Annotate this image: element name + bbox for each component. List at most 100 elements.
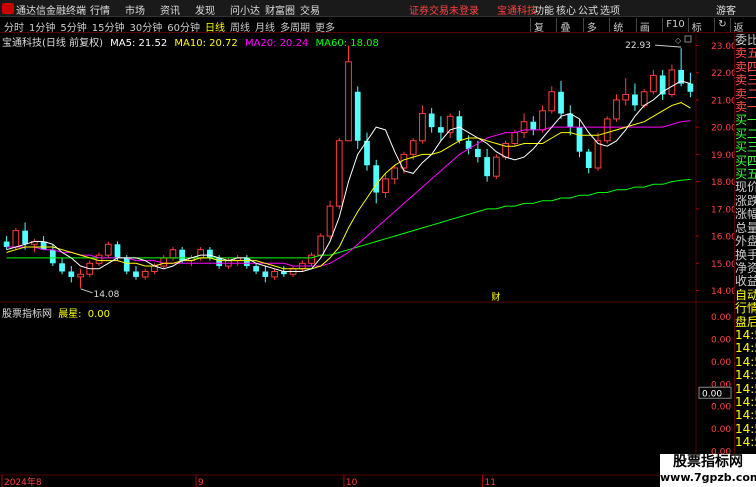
low-label: 14.08 [94,290,120,300]
side-panel-item: 换手 [735,248,756,262]
candle [603,116,611,144]
candle-body-up [603,118,611,142]
side-panel-item: 卖三 [735,74,756,88]
finance-marker[interactable]: 财 [491,291,500,303]
app-title: 通达信金融终端 [16,6,86,17]
side-panel-item: 14:5 [735,328,756,342]
price-tick-label: 16.00 [711,233,734,243]
menu-item-trade[interactable]: 交易 [300,2,335,17]
side-panel-item: 14:5 [735,422,756,436]
candle-body-down [133,271,139,277]
candle [354,86,361,149]
menu-item-formula[interactable]: 公式 [578,2,600,17]
f10-button[interactable]: F10 [662,18,687,32]
side-panel-item: 14:5 [735,395,756,409]
candle-body-down [179,249,186,261]
side-panel-item: 14:5 [735,409,756,423]
price-tick-label: 22.00 [711,69,734,79]
watermark: 股票指标网 www.7gpzb.com [660,454,756,487]
candle-body-up [308,254,315,264]
sub-tick-label: 0.00 [711,403,731,413]
tab-15min[interactable]: 15分钟 [92,19,125,34]
restore-rights-button[interactable]: 复权 [530,18,556,49]
tab-daily[interactable]: 日线 [205,19,225,34]
menu-item-function[interactable]: 功能 [534,2,556,17]
menu-item-market[interactable]: 市场 [125,2,160,17]
candle-body-up [169,249,177,259]
menu-item-discover[interactable]: 发现 [195,2,230,17]
menu-item-news[interactable]: 资讯 [160,2,195,17]
side-panel-item: 买四 [735,154,756,168]
menu-item-core[interactable]: 核心 [556,2,578,17]
candle-body-down [558,91,564,114]
price-tick-label: 23.00 [711,42,734,52]
guest-user[interactable]: 游客 [716,2,736,17]
tab-monthly[interactable]: 月线 [255,19,275,34]
chart-expand-icon[interactable]: ◇ [675,36,682,45]
app-logo-icon [2,3,14,14]
candle [335,138,343,209]
price-tick-label: 19.00 [711,151,734,161]
ma60-value: MA60: 18.08 [315,38,379,49]
sub-indicator-legend: 股票指标网 晨星: 0.00 [2,305,110,320]
statistics-button[interactable]: 统计 [609,18,635,49]
menu-item-ask[interactable]: 问小达 [230,2,265,17]
candle-body-down [530,121,537,130]
sub-tick-label: 0.00 [711,358,731,368]
refresh-icon[interactable]: ↻ [714,18,729,32]
sub-indicator-source: 股票指标网 [2,309,52,320]
side-panel-item: 14:5 [735,436,756,450]
candle [492,154,500,179]
tab-1min[interactable]: 1分钟 [29,19,55,34]
overlay-button[interactable]: 叠加 [556,18,582,49]
side-panel-item: 涨跌 [735,194,756,208]
side-panel-item: 卖四 [735,60,756,74]
candle-body-up [326,205,334,237]
candle-body-down [262,271,269,277]
tab-60min[interactable]: 60分钟 [167,19,200,34]
candle-body-down [687,83,694,92]
tab-intraday[interactable]: 分时 [4,19,24,34]
side-panel-item: 委比 [735,34,756,47]
candle-body-down [438,127,444,133]
menu-item-wealth[interactable]: 财富圈 [265,2,300,17]
candle-body-up [622,93,630,101]
date-label: 10 [346,478,358,487]
date-label: 9 [198,478,204,487]
candle [104,241,112,258]
side-panel-item: 总量 [735,221,756,235]
candle-body-up [141,270,149,278]
multi-stock-button[interactable]: 多股 [582,18,609,49]
candle-body-down [40,241,47,250]
date-label: 11 [484,478,495,487]
menu-item-quotes[interactable]: 行情 [90,2,125,17]
candle-body-down [585,151,592,168]
back-button[interactable]: 返回 [729,18,756,49]
candle-body-down [428,113,435,128]
candle [326,200,334,239]
side-panel-item: 买五 [735,168,756,182]
candle-body-up [12,230,20,248]
tab-5min[interactable]: 5分钟 [60,19,86,34]
candle-body-down [207,249,213,258]
tab-weekly[interactable]: 周线 [230,19,250,34]
login-alert[interactable]: 证券交易未登录 [409,2,479,17]
menu-item-options[interactable]: 选项 [600,2,622,17]
side-panel-item: 现价 [735,181,756,195]
candle-body-up [197,249,205,259]
tab-multi-period[interactable]: 多周期 [280,19,310,34]
mark-button[interactable]: 标记 [687,18,714,49]
tab-30min[interactable]: 30分钟 [129,19,162,34]
kline-chart[interactable]: 23.00 22.00 21.00 20.00 19.00 18.00 17.00 16.00… [0,34,734,487]
side-panel-item: 买三 [735,141,756,155]
candle-body-down [632,94,638,106]
sub-indicator-value: 0.00 [87,309,111,320]
watermark-title: 股票指标网 [673,454,743,470]
side-panel-item: 14:5 [735,342,756,356]
draw-line-button[interactable]: 画线 [635,18,662,49]
candle-body-down [567,113,574,128]
side-panel-item: 外盘 [735,235,756,249]
tab-more[interactable]: 更多 [315,19,335,34]
price-tick-label: 15.00 [711,260,734,270]
side-panel-item: 行情 [735,302,756,316]
